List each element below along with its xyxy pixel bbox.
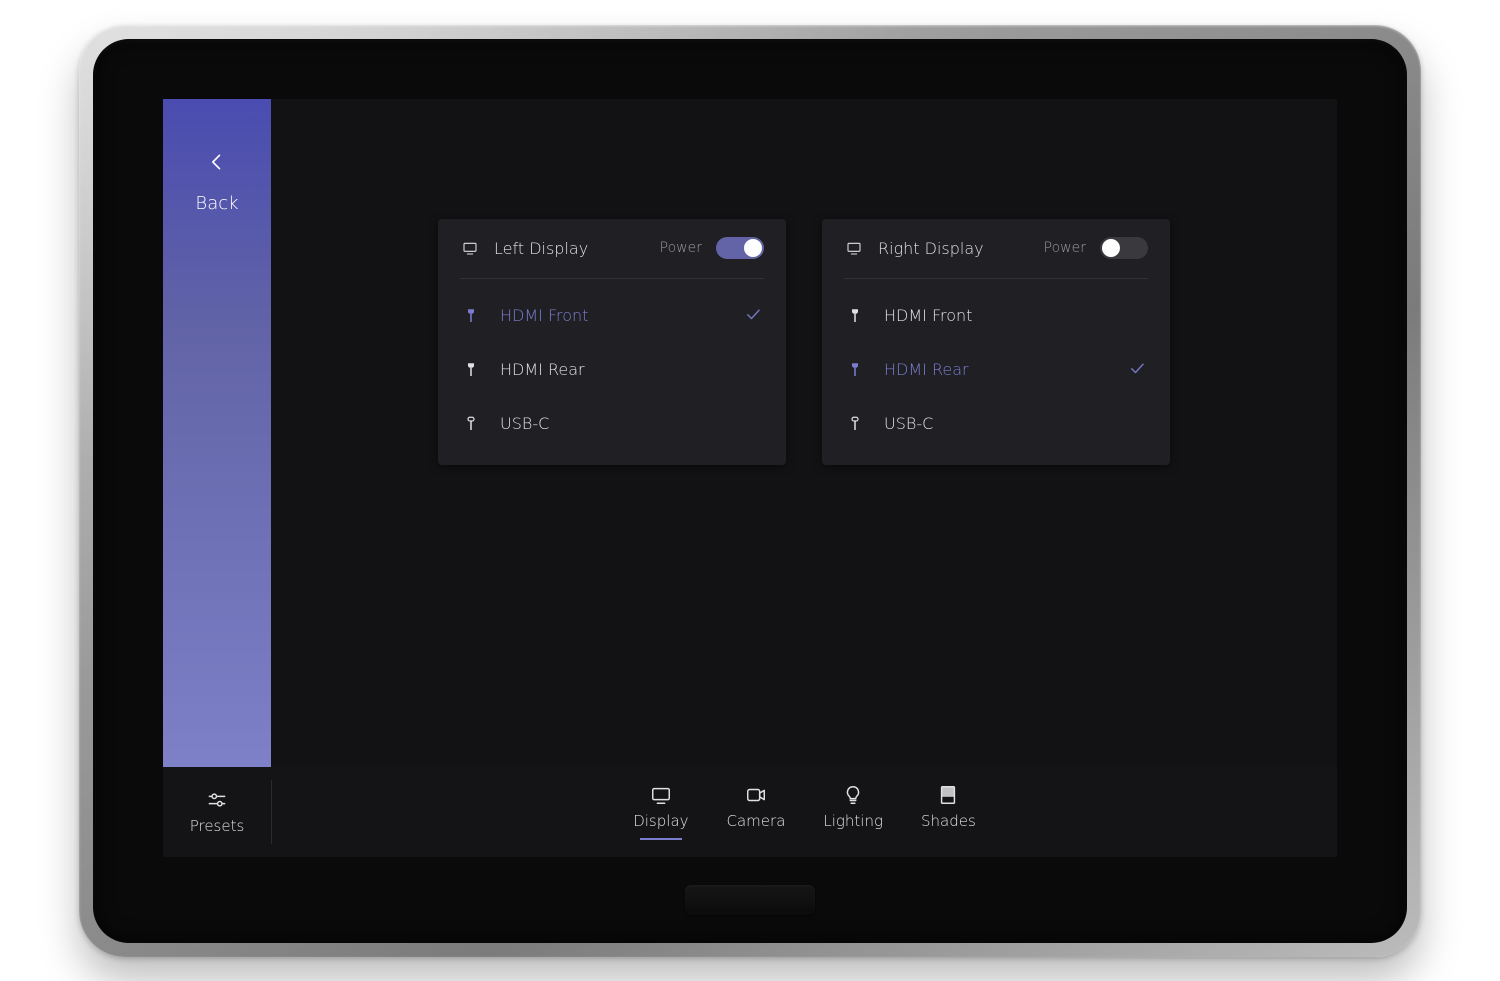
back-button-label: Back [195,193,238,214]
card-title: Left Display [494,239,588,258]
content-area: Left Display Power HDMI Front [271,99,1337,857]
power-label: Power [660,240,702,256]
power-toggle-right[interactable] [1100,237,1148,259]
display-cards: Left Display Power HDMI Front [271,219,1337,465]
card-body: HDMI Front HDMI Rear [844,279,1148,465]
monitor-icon [844,240,864,256]
tab-bar: Presets Display Camera [163,767,1337,857]
source-label: HDMI Rear [884,360,1110,379]
bulb-icon [840,784,866,806]
card-header: Right Display Power [844,219,1148,279]
device-bezel: Back Left Display Pow [93,39,1407,943]
card-title: Right Display [878,239,984,258]
source-label: HDMI Rear [500,360,726,379]
source-label: HDMI Front [500,306,726,325]
sidebar: Back [163,99,271,767]
device-frame: Back Left Display Pow [79,25,1421,957]
camera-icon [743,784,769,806]
card-header: Left Display Power [460,219,764,279]
source-row-usb-c[interactable]: USB-C [844,397,1148,451]
home-indicator [685,885,815,915]
tab-label: Camera [727,812,786,830]
tab-shades[interactable]: Shades [915,780,982,844]
hdmi-icon [460,359,482,381]
source-row-usb-c[interactable]: USB-C [460,397,764,451]
chevron-left-icon [207,145,227,179]
source-label: USB-C [500,414,726,433]
source-row-hdmi-rear[interactable]: HDMI Rear [844,343,1148,397]
power-label: Power [1044,240,1086,256]
shades-icon [935,784,961,806]
tab-label: Display [633,812,688,830]
tab-camera[interactable]: Camera [721,780,792,844]
tabs: Display Camera Lighting [272,767,1337,857]
back-button[interactable]: Back [195,145,238,214]
usb-c-icon [844,413,866,435]
tab-label: Lighting [823,812,883,830]
source-label: USB-C [884,414,1110,433]
monitor-icon [460,240,480,256]
card-body: HDMI Front HDMI Rear [460,279,764,465]
usb-c-icon [460,413,482,435]
source-row-hdmi-front[interactable]: HDMI Front [460,289,764,343]
active-underline [640,838,682,840]
display-card-left: Left Display Power HDMI Front [438,219,786,465]
check-icon [1128,359,1148,381]
tab-display[interactable]: Display [627,780,694,844]
source-row-hdmi-front[interactable]: HDMI Front [844,289,1148,343]
monitor-icon [648,784,674,806]
tab-lighting[interactable]: Lighting [817,780,889,844]
display-card-right: Right Display Power HDMI Front [822,219,1170,465]
presets-label: Presets [190,817,245,835]
check-icon [744,305,764,327]
hdmi-icon [460,305,482,327]
source-label: HDMI Front [884,306,1110,325]
source-row-hdmi-rear[interactable]: HDMI Rear [460,343,764,397]
hdmi-icon [844,359,866,381]
hdmi-icon [844,305,866,327]
presets-button[interactable]: Presets [163,767,271,857]
tab-label: Shades [921,812,976,830]
sliders-icon [204,789,230,811]
screen: Back Left Display Pow [163,99,1337,857]
power-toggle-left[interactable] [716,237,764,259]
